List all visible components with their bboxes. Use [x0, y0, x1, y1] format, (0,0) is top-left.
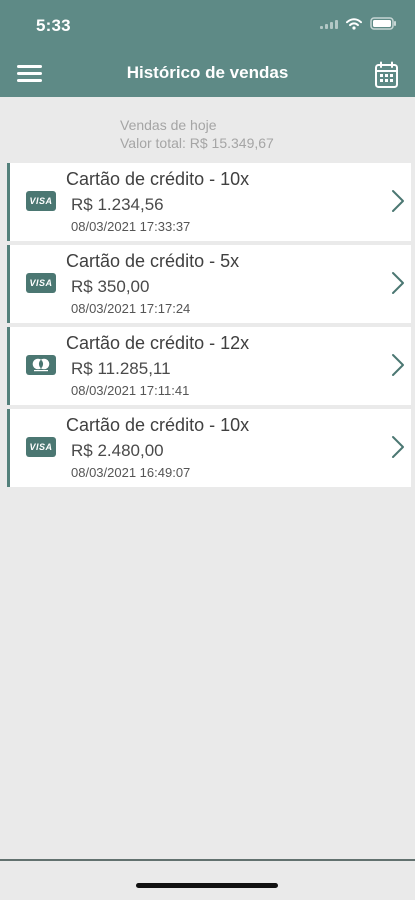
sale-date: 08/03/2021 17:33:37	[71, 219, 191, 234]
status-time: 5:33	[36, 16, 71, 35]
wifi-icon	[346, 17, 362, 30]
chevron-right-icon[interactable]	[391, 271, 405, 295]
calendar-icon[interactable]	[374, 61, 399, 89]
visa-card-icon: VISA	[26, 191, 56, 211]
sale-date: 08/03/2021 17:17:24	[71, 301, 191, 316]
chevron-right-icon[interactable]	[391, 435, 405, 459]
sale-amount: R$ 1.234,56	[71, 195, 164, 214]
mastercard-card-icon	[26, 355, 56, 375]
sale-title: Cartão de crédito - 12x	[66, 333, 250, 353]
mastercard-logo-icon	[32, 358, 50, 372]
sale-title: Cartão de crédito - 10x	[66, 415, 250, 435]
page-title: Histórico de vendas	[126, 63, 289, 82]
status-icons	[320, 17, 397, 30]
sale-list-item[interactable]: VISA Cartão de crédito - 5x R$ 350,00 08…	[7, 245, 411, 323]
chevron-right-icon[interactable]	[391, 353, 405, 377]
sale-amount: R$ 2.480,00	[71, 441, 164, 460]
sale-title: Cartão de crédito - 5x	[66, 251, 240, 271]
sale-date: 08/03/2021 16:49:07	[71, 465, 191, 480]
daily-summary: Vendas de hoje Valor total: R$ 15.349,67	[120, 116, 274, 152]
bottom-divider	[0, 859, 415, 861]
sale-list-item[interactable]: Cartão de crédito - 12x R$ 11.285,11 08/…	[7, 327, 411, 405]
sales-list: VISA Cartão de crédito - 10x R$ 1.234,56…	[7, 163, 411, 491]
sale-amount: R$ 11.285,11	[71, 359, 171, 378]
sale-title: Cartão de crédito - 10x	[66, 169, 250, 189]
chevron-right-icon[interactable]	[391, 189, 405, 213]
sale-amount: R$ 350,00	[71, 277, 150, 296]
app-header: 5:33 Histórico de vendas	[0, 0, 415, 97]
visa-card-icon: VISA	[26, 437, 56, 457]
visa-card-icon: VISA	[26, 273, 56, 293]
sale-list-item[interactable]: VISA Cartão de crédito - 10x R$ 2.480,00…	[7, 409, 411, 487]
summary-total: Valor total: R$ 15.349,67	[120, 135, 274, 151]
home-indicator[interactable]	[136, 883, 278, 888]
summary-label: Vendas de hoje	[120, 117, 217, 133]
battery-icon	[370, 17, 396, 30]
sale-list-item[interactable]: VISA Cartão de crédito - 10x R$ 1.234,56…	[7, 163, 411, 241]
sale-date: 08/03/2021 17:11:41	[71, 383, 190, 398]
signal-icon	[320, 19, 338, 29]
